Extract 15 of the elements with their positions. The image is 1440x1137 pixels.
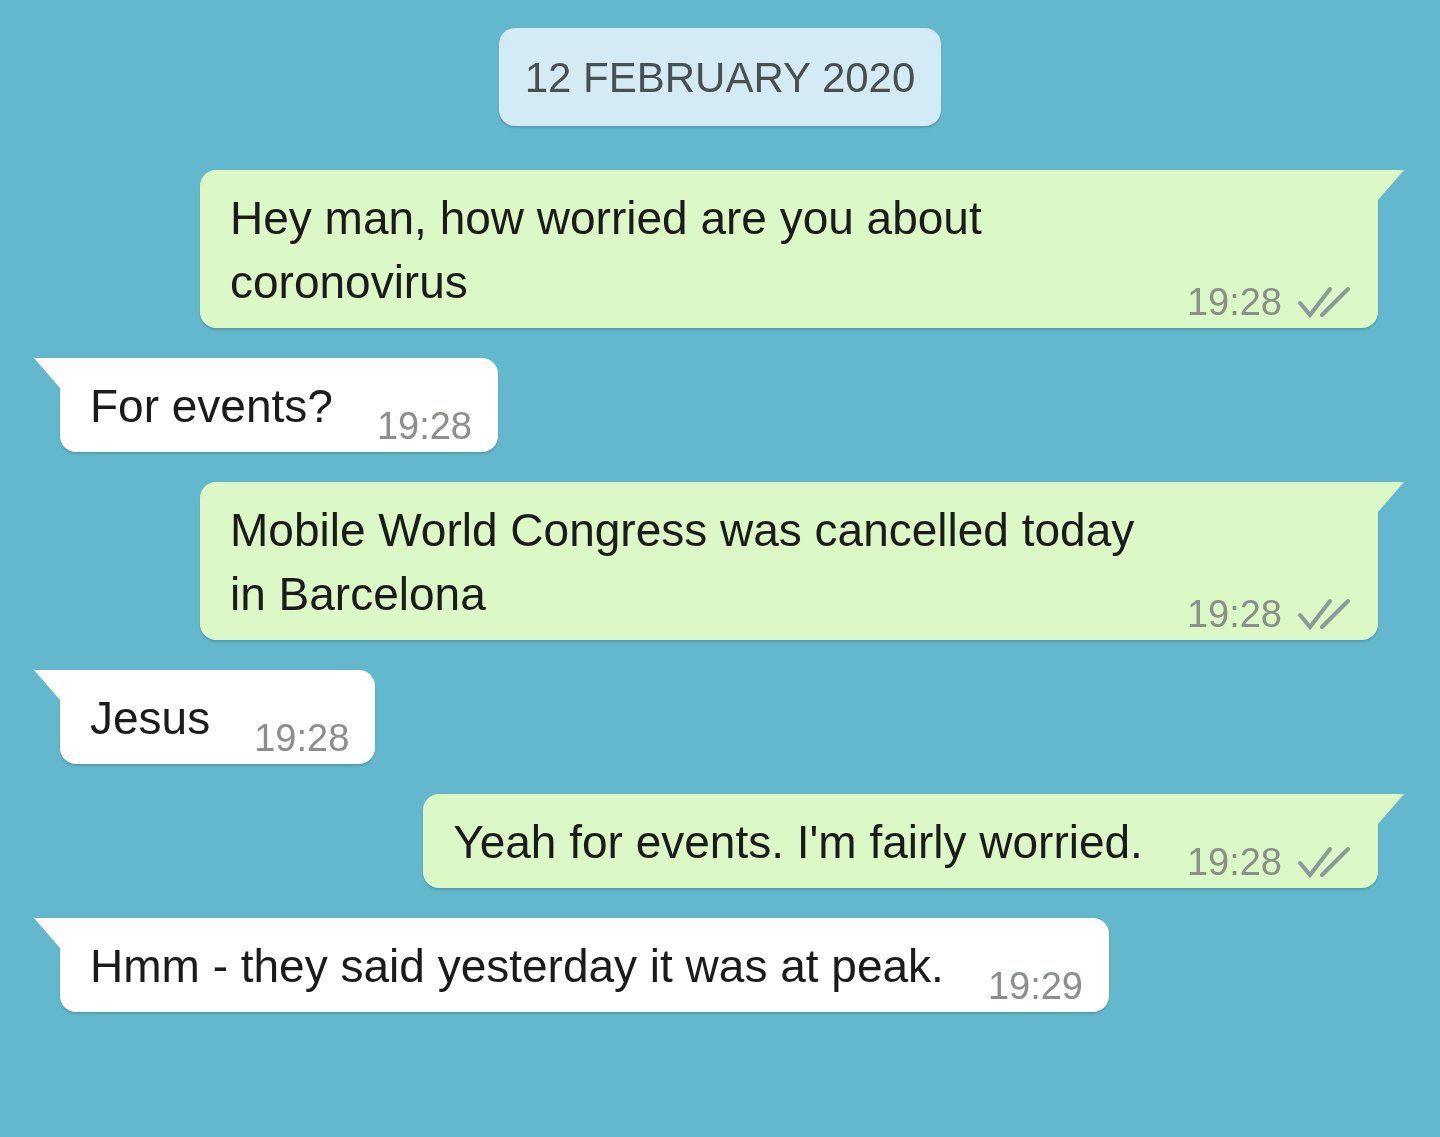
message-text: Yeah for events. I'm fairly worried. <box>453 815 1143 870</box>
message-text: Hey man, how worried are you about coronovirus <box>230 191 983 310</box>
message-time: 19:28 <box>1186 842 1282 882</box>
message-text: Mobile World Congress was cancelled today in Barcelona <box>230 503 1136 622</box>
message-text: Hmm - they said yesterday it was at peak. <box>90 939 944 994</box>
message-time: 19:28 <box>254 718 350 758</box>
message-time: 19:28 <box>1186 282 1282 322</box>
message-text: Jesus <box>90 691 211 746</box>
double-check-icon <box>1296 285 1352 319</box>
message-text: For events? <box>90 379 333 434</box>
message-time: 19:29 <box>987 966 1083 1006</box>
double-check-icon <box>1296 597 1352 631</box>
message-time: 19:28 <box>1186 594 1282 634</box>
message-time: 19:28 <box>376 406 472 446</box>
double-check-icon <box>1296 845 1352 879</box>
